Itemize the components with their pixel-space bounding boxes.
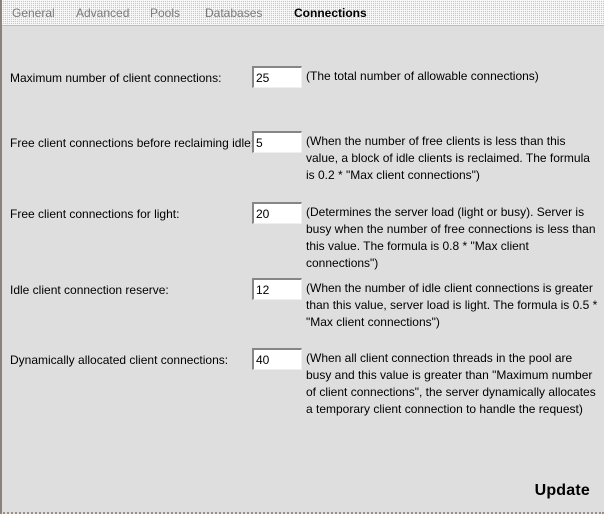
tab-general[interactable]: General: [12, 0, 55, 25]
tab-bar: General Advanced Pools Databases Connections: [2, 0, 604, 26]
tab-connections[interactable]: Connections: [294, 0, 367, 25]
setting-label: Dynamically allocated client connections…: [10, 353, 229, 367]
setting-description: (When the number of idle client connecti…: [306, 281, 598, 329]
setting-description: (When all client connection threads in t…: [306, 351, 596, 416]
setting-description: (The total number of allowable connectio…: [306, 69, 539, 83]
setting-value-input[interactable]: [252, 131, 302, 153]
setting-label: Free client connections before reclaimin…: [10, 136, 255, 150]
update-button[interactable]: Update: [535, 482, 590, 500]
tab-advanced[interactable]: Advanced: [76, 0, 129, 25]
setting-description: (When the number of free clients is less…: [306, 134, 590, 182]
tab-databases[interactable]: Databases: [205, 0, 262, 25]
setting-value-input[interactable]: [252, 348, 302, 370]
setting-value-input[interactable]: [252, 278, 302, 300]
setting-value-input[interactable]: [252, 202, 302, 224]
connections-settings-page: General Advanced Pools Databases Connections…: [0, 0, 604, 514]
setting-value-input[interactable]: [252, 66, 302, 88]
setting-description: (Determines the server load (light or bu…: [306, 205, 596, 270]
setting-label: Free client connections for light:: [10, 207, 180, 221]
setting-label: Idle client connection reserve:: [10, 283, 169, 297]
setting-label: Maximum number of client connections:: [10, 71, 222, 85]
tab-pools[interactable]: Pools: [150, 0, 180, 25]
